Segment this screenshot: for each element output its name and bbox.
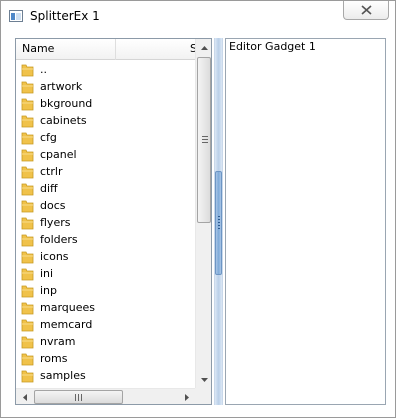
folder-icon (21, 267, 34, 281)
horizontal-scroll-thumb[interactable] (34, 390, 123, 404)
folder-icon (21, 199, 34, 213)
list-item-label: nvram (40, 335, 76, 348)
list-item[interactable]: icons (16, 248, 195, 265)
folder-icon (21, 250, 34, 264)
scroll-right-button[interactable] (178, 389, 195, 404)
list-item[interactable]: artwork (16, 78, 195, 95)
list-item-label: cfg (40, 131, 57, 144)
list-item[interactable]: cabinets (16, 112, 195, 129)
folder-icon (21, 63, 34, 77)
folder-icon (21, 131, 34, 145)
list-item-label: inp (40, 284, 58, 297)
editor-gadget[interactable]: Editor Gadget 1 (225, 38, 386, 405)
scroll-left-button[interactable] (16, 389, 33, 404)
list-item-label: cabinets (40, 114, 87, 127)
folder-icon (21, 369, 34, 383)
list-item-label: artwork (40, 80, 83, 93)
column-header-size[interactable]: S (117, 39, 195, 60)
folder-icon (21, 335, 34, 349)
app-icon (9, 10, 23, 22)
list-item[interactable]: inp (16, 282, 195, 299)
column-header-name[interactable]: Name (16, 39, 116, 60)
file-list-view[interactable]: Name S .. artwork bkground cabinets cfg cpane… (15, 38, 212, 405)
splitter-handle[interactable] (215, 171, 222, 275)
list-item-label: docs (40, 199, 66, 212)
list-item[interactable]: marquees (16, 299, 195, 316)
file-list-rows: .. artwork bkground cabinets cfg cpanel ctrlr d… (16, 61, 195, 384)
list-item[interactable]: flyers (16, 214, 195, 231)
list-item[interactable]: cpanel (16, 146, 195, 163)
list-item-label: .. (40, 63, 47, 76)
list-item[interactable]: roms (16, 350, 195, 367)
list-item-label: marquees (40, 301, 96, 314)
list-item-label: memcard (40, 318, 93, 331)
list-item[interactable]: .. (16, 61, 195, 78)
list-item-label: bkground (40, 97, 93, 110)
folder-icon (21, 216, 34, 230)
application-window: SplitterEx 1 Name S .. artwork bkground cab… (0, 0, 396, 418)
list-item[interactable]: ini (16, 265, 195, 282)
list-item[interactable]: memcard (16, 316, 195, 333)
title-bar[interactable]: SplitterEx 1 (2, 2, 394, 30)
list-item-label: flyers (40, 216, 71, 229)
folder-icon (21, 301, 34, 315)
folder-icon (21, 114, 34, 128)
list-item-label: samples (40, 369, 86, 382)
window-title: SplitterEx 1 (30, 9, 100, 23)
list-item-label: folders (40, 233, 78, 246)
splitter-bar[interactable] (214, 38, 223, 405)
arrow-right-icon (184, 393, 189, 401)
scrollbar-corner (195, 388, 211, 404)
folder-icon (21, 352, 34, 366)
folder-icon (21, 80, 34, 94)
folder-icon (21, 148, 34, 162)
list-item-label: icons (40, 250, 69, 263)
arrow-up-icon (200, 45, 208, 50)
folder-icon (21, 97, 34, 111)
list-item[interactable]: bkground (16, 95, 195, 112)
list-item[interactable]: ctrlr (16, 163, 195, 180)
editor-text: Editor Gadget 1 (229, 40, 316, 53)
arrow-left-icon (22, 393, 27, 401)
list-item-label: diff (40, 182, 58, 195)
list-header: Name S (16, 39, 195, 60)
vertical-scrollbar[interactable] (195, 39, 211, 388)
horizontal-scrollbar[interactable] (16, 388, 195, 404)
folder-icon (21, 233, 34, 247)
list-item-label: ctrlr (40, 165, 63, 178)
list-item[interactable]: docs (16, 197, 195, 214)
list-item-label: cpanel (40, 148, 77, 161)
vertical-scroll-thumb[interactable] (197, 57, 211, 223)
list-item[interactable]: diff (16, 180, 195, 197)
scroll-up-button[interactable] (196, 39, 211, 56)
folder-icon (21, 182, 34, 196)
list-item[interactable]: nvram (16, 333, 195, 350)
list-item[interactable]: cfg (16, 129, 195, 146)
folder-icon (21, 284, 34, 298)
close-button[interactable] (343, 1, 389, 20)
folder-icon (21, 318, 34, 332)
list-item[interactable]: samples (16, 367, 195, 384)
scroll-down-button[interactable] (196, 371, 211, 388)
list-item[interactable]: folders (16, 231, 195, 248)
arrow-down-icon (200, 377, 208, 382)
folder-icon (21, 165, 34, 179)
list-item-label: ini (40, 267, 54, 280)
close-icon (360, 5, 372, 15)
list-item-label: roms (40, 352, 68, 365)
